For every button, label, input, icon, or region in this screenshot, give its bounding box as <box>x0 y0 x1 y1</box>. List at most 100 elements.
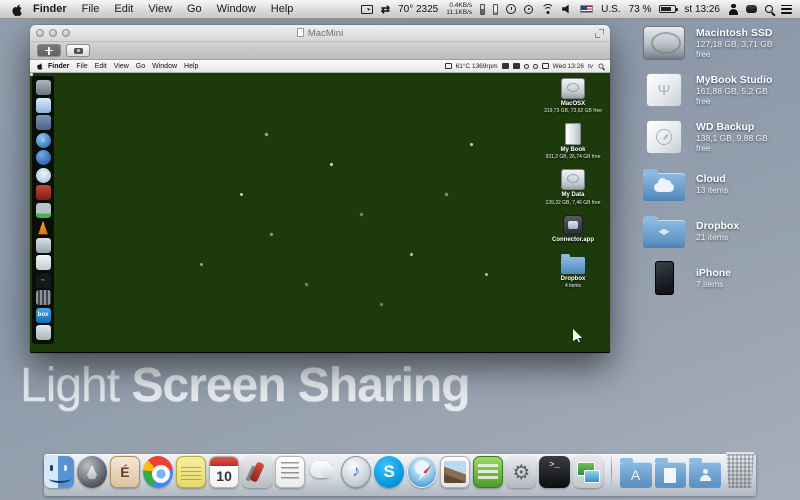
remote-menu-window[interactable]: Window <box>152 63 177 70</box>
fan-icon[interactable] <box>746 5 757 13</box>
remote-dock-vent-icon[interactable] <box>36 290 51 305</box>
menu-go[interactable]: Go <box>187 3 202 15</box>
apple-menu-icon[interactable] <box>12 3 23 16</box>
remote-dock-box-icon[interactable]: box <box>36 308 51 323</box>
dock-caffeine-icon[interactable]: É <box>110 456 140 488</box>
dock-stickies-icon[interactable] <box>176 456 206 488</box>
spotlight-icon[interactable] <box>765 5 773 13</box>
remote-dock-remote-icon[interactable] <box>36 255 51 270</box>
notification-center-icon[interactable] <box>781 5 792 14</box>
disk-gauge-icon[interactable] <box>493 4 498 15</box>
time-machine-icon[interactable] <box>506 4 516 14</box>
memory-gauge-icon[interactable] <box>480 4 485 15</box>
temp-fan-status[interactable]: 70° 2325 <box>398 4 438 15</box>
dock-launchpad-icon[interactable] <box>77 456 107 488</box>
dock-terminal-icon[interactable]: >_ <box>539 456 569 488</box>
dock-safari-icon[interactable] <box>407 456 437 488</box>
remote-dock-itunes-icon[interactable]: ♪ <box>36 133 51 148</box>
remote-dock-camera-icon[interactable] <box>36 238 51 253</box>
remote-display-icon[interactable] <box>445 63 452 69</box>
remote-dock-finder-icon[interactable] <box>36 80 51 95</box>
dock-finder-icon[interactable] <box>44 456 74 488</box>
location-icon[interactable] <box>524 5 533 14</box>
expand-icon <box>45 47 53 55</box>
menu-view[interactable]: View <box>148 3 172 15</box>
menu-window[interactable]: Window <box>217 3 256 15</box>
input-flag-icon[interactable] <box>580 5 593 13</box>
dock-messages-icon[interactable] <box>308 456 338 488</box>
remote-wifi-icon[interactable] <box>542 63 549 69</box>
desktop-icon-iphone[interactable]: iPhone7 items <box>642 259 782 297</box>
remote-menu-help[interactable]: Help <box>184 63 198 70</box>
desktop-icon-cloud[interactable]: Cloud13 items <box>642 165 782 203</box>
dock-calendar-icon[interactable]: 10 <box>209 456 239 488</box>
dock-preview-icon[interactable] <box>440 456 470 488</box>
desktop-icon-wd-backup[interactable]: WD Backup138,1 GB, 9,88 GB free <box>642 118 782 156</box>
menu-edit[interactable]: Edit <box>114 3 133 15</box>
window-titlebar[interactable]: MacMini <box>30 25 610 42</box>
wifi-icon[interactable] <box>541 4 554 14</box>
remote-spotlight-icon[interactable] <box>599 64 604 69</box>
remote-icon-dropbox[interactable]: Dropbox 4 items <box>540 253 606 289</box>
dock-itunes-icon[interactable]: ♪ <box>341 456 371 488</box>
dock-screen-sharing-icon[interactable] <box>573 456 603 488</box>
remote-dock-trash-icon[interactable] <box>36 325 51 340</box>
dock-applications-folder-icon[interactable]: A <box>620 462 652 488</box>
remote-menu-finder[interactable]: Finder <box>48 63 69 70</box>
remote-dock-browser-icon[interactable] <box>36 150 51 165</box>
remote-location-icon[interactable] <box>533 64 538 69</box>
dock-trash-icon[interactable] <box>724 452 756 488</box>
remote-monitor-icon[interactable] <box>502 63 509 69</box>
remote-dock-frontrow-icon[interactable] <box>36 185 51 200</box>
input-source-label[interactable]: U.S. <box>601 4 620 15</box>
desktop-icon-macintosh-ssd[interactable]: Macintosh SSD127,18 GB, 3,71 GB free <box>642 24 782 62</box>
remote-desktop[interactable]: ♪ box MacOSX 319,73 GB, 73,62 GB free <box>30 73 610 352</box>
remote-menu-go[interactable]: Go <box>136 63 145 70</box>
remote-screens-icon[interactable] <box>513 63 520 69</box>
remote-menu-file[interactable]: File <box>76 63 87 70</box>
menu-help[interactable]: Help <box>271 3 294 15</box>
remote-icon-macosx[interactable]: MacOSX 319,73 GB, 73,62 GB free <box>540 78 606 114</box>
resize-icon[interactable] <box>595 29 604 38</box>
menubar-clock[interactable]: st 13:26 <box>684 4 720 15</box>
menu-file[interactable]: File <box>82 3 100 15</box>
dock-separator <box>611 452 612 488</box>
remote-icon-mydata[interactable]: My Data 139,32 GB, 7,46 GB free <box>540 169 606 205</box>
remote-time-machine-icon[interactable] <box>524 64 529 69</box>
dock-system-preferences-icon[interactable]: ⚙ <box>506 456 536 488</box>
dock-reminders-icon[interactable] <box>275 456 305 488</box>
remote-menu-edit[interactable]: Edit <box>95 63 107 70</box>
dock-utility-icon[interactable] <box>242 456 272 488</box>
menu-finder[interactable]: Finder <box>33 3 67 15</box>
volume-icon[interactable] <box>562 4 572 14</box>
desktop-icon-mybook-studio[interactable]: Ψ MyBook Studio161,88 GB, 5,2 GB free <box>642 71 782 109</box>
remote-temp-fan-status[interactable]: 61°C 1369rpm <box>456 63 498 70</box>
dock-chrome-icon[interactable] <box>143 456 173 488</box>
dock-documents-folder-icon[interactable] <box>655 462 687 488</box>
remote-dock-safari-icon[interactable] <box>36 168 51 183</box>
network-speed-status[interactable]: 0.4KB/s 11.1KB/s <box>446 2 472 17</box>
remote-cursor-icon <box>573 329 582 342</box>
desktop-icons: Macintosh SSD127,18 GB, 3,71 GB free Ψ M… <box>642 24 782 297</box>
remote-user-label[interactable]: tv <box>588 63 593 70</box>
remote-clock[interactable]: Wed 13:26 <box>553 63 584 70</box>
remote-icon-connector[interactable]: Connector.app <box>540 215 606 244</box>
screen-sharing-icon[interactable] <box>361 5 373 14</box>
battery-icon[interactable] <box>659 5 676 14</box>
remote-dock-utility-icon[interactable] <box>36 203 51 218</box>
remote-dock-vlc-icon[interactable] <box>36 220 51 235</box>
remote-icon-mybook[interactable]: My Book 931,2 GB, 26,74 GB free <box>540 123 606 160</box>
dock-notes-app-icon[interactable] <box>473 456 503 488</box>
remote-dock-preview-icon[interactable] <box>36 98 51 113</box>
user-switch-icon[interactable] <box>728 4 738 15</box>
dock-skype-icon[interactable]: S <box>374 456 404 488</box>
desktop-icon-dropbox[interactable]: Dropbox21 items <box>642 212 782 250</box>
remote-apple-menu-icon[interactable] <box>37 62 43 70</box>
screenshot-button[interactable] <box>66 44 90 57</box>
remote-dock-display-icon[interactable] <box>36 115 51 130</box>
fullscreen-button[interactable] <box>37 44 61 57</box>
remote-dock-activity-icon[interactable] <box>36 273 51 288</box>
dock-users-folder-icon[interactable] <box>689 462 721 488</box>
sync-icon[interactable]: ⇄ <box>381 3 390 16</box>
remote-menu-view[interactable]: View <box>114 63 129 70</box>
